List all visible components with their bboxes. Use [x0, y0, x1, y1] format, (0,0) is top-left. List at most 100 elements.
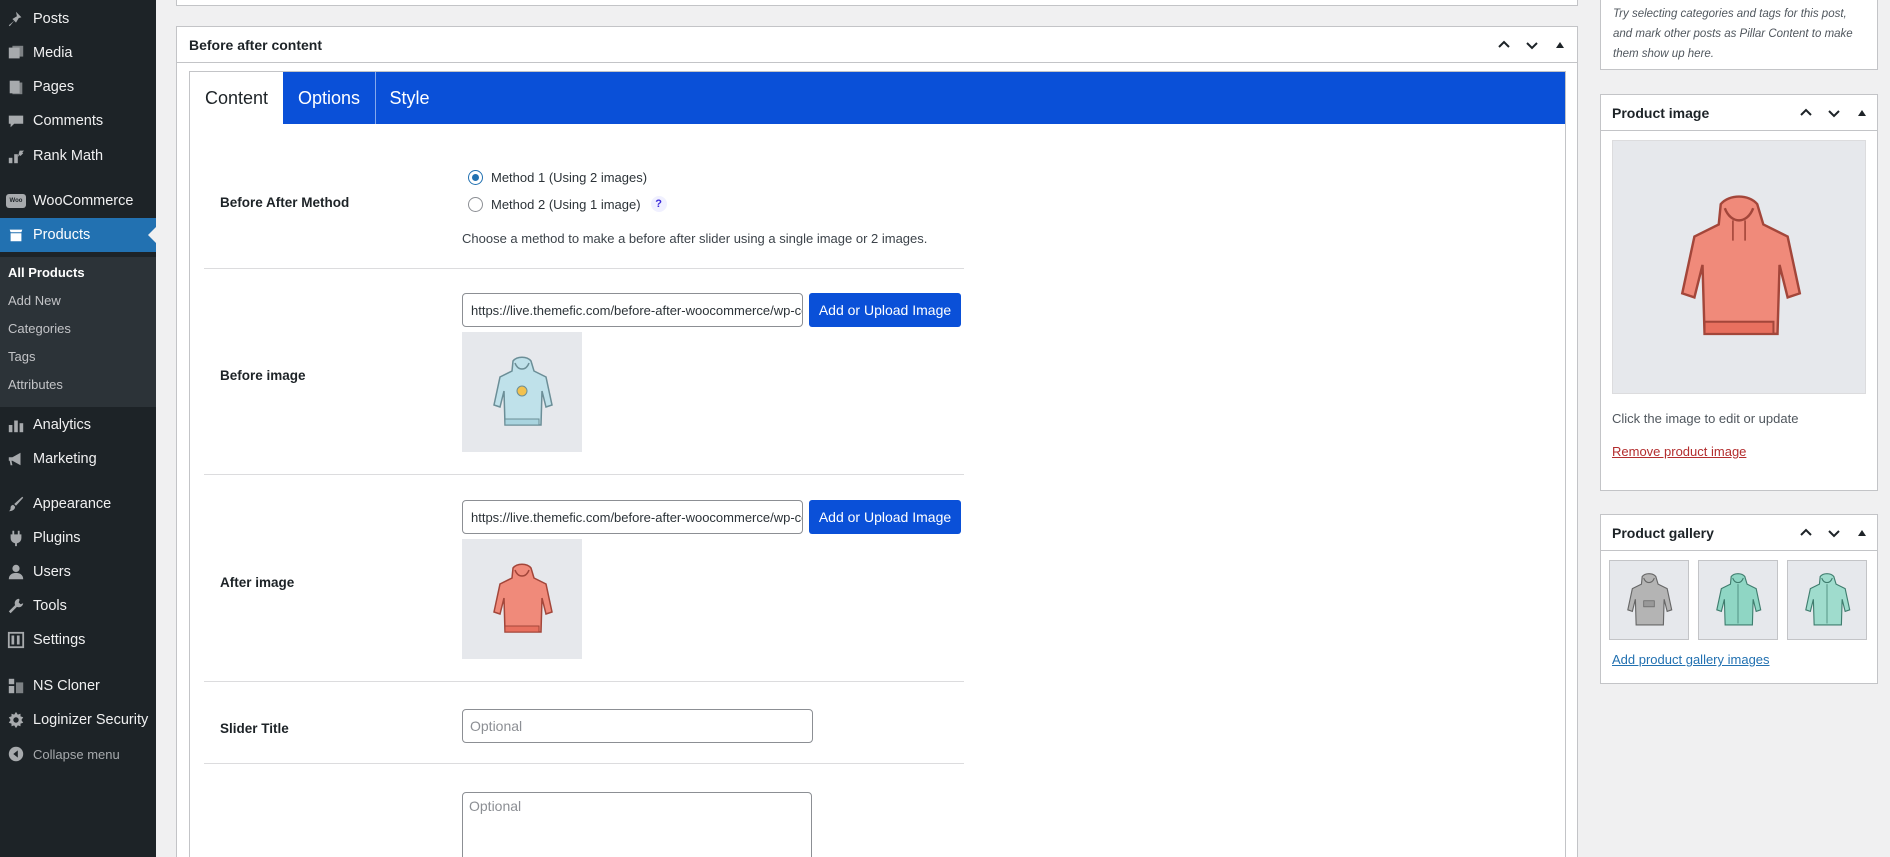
method-description: Choose a method to make a before after s…	[462, 231, 928, 246]
tab-options[interactable]: Options	[283, 72, 375, 124]
menu-products[interactable]: Products	[0, 218, 156, 252]
chevron-down-icon	[1828, 530, 1840, 538]
method-1-radio[interactable]	[468, 170, 483, 185]
collapse-icon	[6, 744, 26, 764]
woocommerce-icon: Woo	[6, 191, 26, 211]
menu-comments[interactable]: Comments	[0, 104, 156, 138]
menu-label: Plugins	[33, 530, 81, 546]
move-down-button[interactable]	[1519, 35, 1545, 55]
collapse-menu-button[interactable]: Collapse menu	[0, 737, 156, 771]
after-upload-button[interactable]: Add or Upload Image	[809, 500, 961, 534]
users-icon	[6, 562, 26, 582]
tab-style[interactable]: Style	[376, 72, 443, 124]
previous-metabox-edge	[176, 0, 1578, 6]
metabox-title: Before after content	[189, 36, 323, 53]
move-up-button[interactable]	[1793, 523, 1819, 543]
before-upload-button[interactable]: Add or Upload Image	[809, 293, 961, 327]
menu-label: Rank Math	[33, 148, 104, 164]
products-icon	[6, 225, 26, 245]
menu-label: Comments	[33, 113, 104, 129]
menu-label: Users	[33, 564, 71, 580]
gallery-thumb[interactable]	[1609, 560, 1689, 640]
chevron-down-icon	[1828, 110, 1840, 118]
box-controls	[1793, 523, 1875, 543]
slider-title-input[interactable]: Optional	[462, 709, 813, 743]
mint-hoodie-image	[1716, 573, 1762, 626]
analytics-icon	[6, 415, 26, 435]
menu-loginizer-security[interactable]: Loginizer Security	[0, 703, 156, 737]
gallery-thumb[interactable]	[1787, 560, 1867, 640]
method-2-radio[interactable]	[468, 196, 483, 212]
menu-label: Loginizer Security	[33, 712, 149, 728]
method-label: Before After Method	[220, 195, 350, 210]
move-down-button[interactable]	[1821, 523, 1847, 543]
gear-icon	[6, 710, 26, 730]
submenu-categories[interactable]: Categories	[8, 321, 71, 336]
submenu-all-products[interactable]: All Products	[8, 265, 85, 280]
slider-description-textarea[interactable]: Optional	[462, 792, 812, 857]
plugin-icon	[6, 528, 26, 548]
admin-sidebar: Posts Media Pages Comments Rank Math Woo…	[0, 0, 156, 857]
method-2-option[interactable]: Method 2 (Using 1 image) ?	[468, 196, 667, 212]
menu-label: Products	[33, 227, 91, 243]
menu-tools[interactable]: Tools	[0, 589, 156, 623]
submenu-attributes[interactable]: Attributes	[8, 377, 63, 392]
gallery-thumb[interactable]	[1698, 560, 1778, 640]
toggle-panel-button[interactable]	[1547, 35, 1573, 55]
after-image-url-input[interactable]: https://live.themefic.com/before-after-w…	[462, 500, 803, 534]
megaphone-icon	[6, 449, 26, 469]
move-down-button[interactable]	[1821, 103, 1847, 123]
move-up-button[interactable]	[1491, 35, 1517, 55]
submenu-add-new[interactable]: Add New	[8, 293, 61, 308]
toggle-panel-button[interactable]	[1849, 523, 1875, 543]
menu-woocommerce[interactable]: Woo WooCommerce	[0, 184, 156, 218]
comment-icon	[6, 111, 26, 131]
rank-math-icon	[6, 146, 26, 166]
product-image[interactable]	[1612, 140, 1866, 394]
menu-label: NS Cloner	[33, 678, 100, 694]
row-divider	[204, 763, 964, 764]
menu-appearance[interactable]: Appearance	[0, 487, 156, 521]
menu-analytics[interactable]: Analytics	[0, 408, 156, 442]
red-hoodie-image	[493, 563, 553, 633]
pillar-content-tip: Try selecting categories and tags for th…	[1600, 0, 1878, 70]
triangle-up-icon	[1858, 530, 1866, 536]
menu-label: Appearance	[33, 496, 112, 512]
menu-label: Pages	[33, 79, 75, 95]
toggle-panel-button[interactable]	[1849, 103, 1875, 123]
menu-media[interactable]: Media	[0, 36, 156, 70]
menu-marketing[interactable]: Marketing	[0, 442, 156, 476]
menu-posts[interactable]: Posts	[0, 2, 156, 36]
help-icon[interactable]: ?	[650, 196, 667, 212]
menu-label: Posts	[33, 11, 70, 27]
menu-label: Media	[33, 45, 73, 61]
menu-rank-math[interactable]: Rank Math	[0, 139, 156, 173]
menu-plugins[interactable]: Plugins	[0, 521, 156, 555]
tab-bar: Content Options Style	[190, 72, 1565, 124]
menu-users[interactable]: Users	[0, 555, 156, 589]
remove-product-image-link[interactable]: Remove product image	[1612, 444, 1746, 459]
metabox-header: Before after content	[177, 27, 1577, 63]
cloner-icon	[6, 676, 26, 696]
before-image-preview[interactable]	[462, 332, 582, 452]
move-up-button[interactable]	[1793, 103, 1819, 123]
menu-ns-cloner[interactable]: NS Cloner	[0, 669, 156, 703]
media-icon	[6, 43, 26, 63]
row-divider	[204, 268, 964, 269]
pin-icon	[6, 9, 26, 29]
triangle-up-icon	[1858, 110, 1866, 116]
wrench-icon	[6, 596, 26, 616]
red-hoodie-image	[1680, 195, 1802, 336]
chevron-up-icon	[1498, 40, 1510, 48]
add-gallery-images-link[interactable]: Add product gallery images	[1612, 652, 1770, 667]
submenu-tags[interactable]: Tags	[8, 349, 35, 364]
tab-content[interactable]: Content	[190, 72, 283, 124]
product-image-box: Product image Click the image to edit or…	[1600, 94, 1878, 491]
before-image-url-input[interactable]: https://live.themefic.com/before-after-w…	[462, 293, 803, 327]
method-1-option[interactable]: Method 1 (Using 2 images)	[468, 170, 647, 185]
method-1-label: Method 1 (Using 2 images)	[491, 170, 648, 185]
method-2-label: Method 2 (Using 1 image)	[491, 196, 641, 212]
after-image-preview[interactable]	[462, 539, 582, 659]
menu-pages[interactable]: Pages	[0, 70, 156, 104]
menu-settings[interactable]: Settings	[0, 623, 156, 657]
